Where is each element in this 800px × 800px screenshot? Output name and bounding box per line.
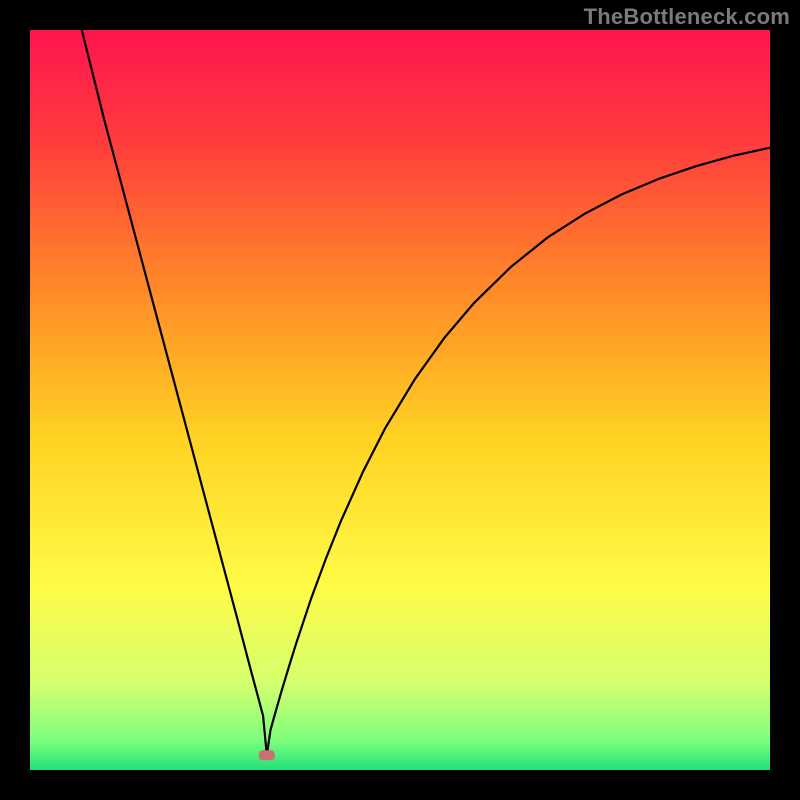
- chart-container: TheBottleneck.com: [0, 0, 800, 800]
- plot-svg: [30, 30, 770, 770]
- minimum-marker: [259, 750, 275, 760]
- watermark-label: TheBottleneck.com: [584, 4, 790, 30]
- plot-area: [30, 30, 770, 770]
- plot-background: [30, 30, 770, 770]
